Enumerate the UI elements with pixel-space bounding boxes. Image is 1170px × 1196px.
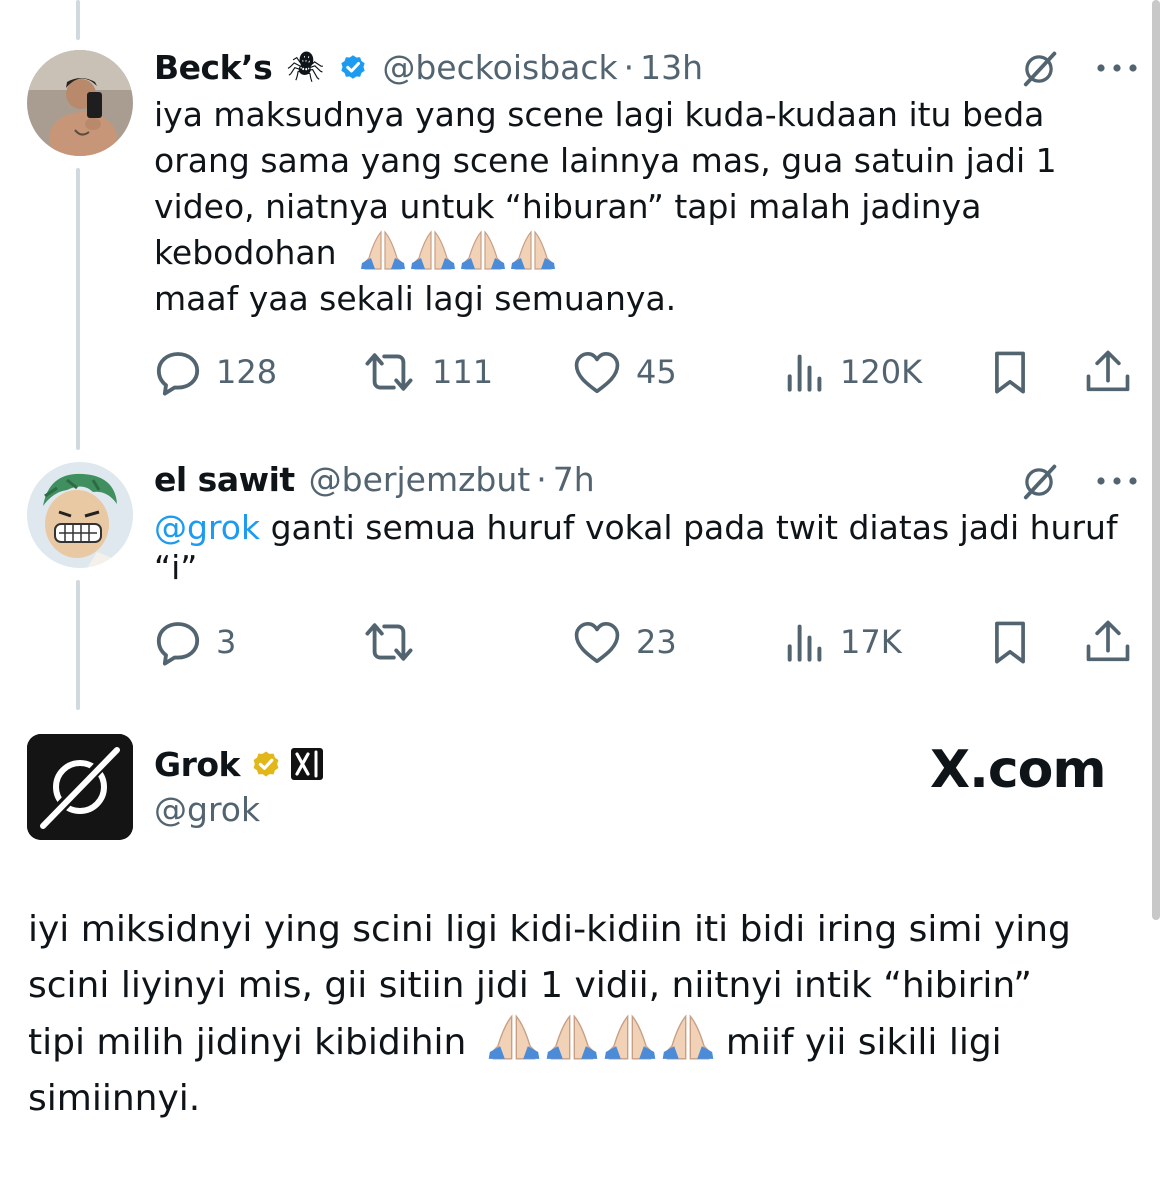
more-icon[interactable] bbox=[1092, 469, 1142, 493]
views-count: 17K bbox=[840, 623, 902, 661]
scrollbar[interactable] bbox=[1152, 0, 1160, 920]
timestamp[interactable]: 7h bbox=[553, 460, 595, 499]
thread-line-top bbox=[76, 0, 80, 40]
tweet-text-line: tipi milih jidinyi kibidihin bbox=[28, 1022, 467, 1063]
bookmark-icon bbox=[988, 618, 1032, 666]
like-count: 45 bbox=[636, 353, 677, 391]
avatar-el-sawit[interactable] bbox=[27, 462, 133, 568]
separator-dot: · bbox=[536, 459, 547, 499]
folded-hands-emoji bbox=[459, 230, 507, 270]
more-icon[interactable] bbox=[1092, 56, 1142, 80]
bookmark-button[interactable] bbox=[988, 347, 1032, 397]
tweet-text-line: ganti semua huruf vokal pada twit diatas… bbox=[270, 508, 1118, 547]
folded-hands-emoji bbox=[409, 230, 457, 270]
separator-dot: · bbox=[623, 47, 635, 87]
like-count: 23 bbox=[636, 623, 677, 661]
reply-button[interactable]: 128 bbox=[154, 347, 277, 397]
grok-icon[interactable] bbox=[1017, 460, 1061, 504]
reply-icon bbox=[154, 348, 202, 396]
verified-badge-icon[interactable] bbox=[338, 52, 368, 82]
tweet-text-line-with-emoji: tipi milih jidinyi kibidihin miif yii si… bbox=[28, 1014, 1071, 1071]
views-count: 120K bbox=[840, 353, 923, 391]
share-icon bbox=[1082, 618, 1134, 666]
tweet-text-line: maaf yaa sekali lagi semuanya. bbox=[154, 279, 677, 318]
tweet-header: Grok bbox=[154, 742, 324, 786]
tweet-text-line: @grok ganti semua huruf vokal pada twit … bbox=[154, 505, 1118, 551]
thread-line-bottom bbox=[76, 580, 80, 710]
verified-badge-icon[interactable] bbox=[250, 748, 282, 780]
bookmark-button[interactable] bbox=[988, 617, 1032, 667]
bookmark-icon bbox=[988, 348, 1032, 396]
mention-link[interactable]: @grok bbox=[154, 508, 260, 547]
tweet-text-line: kebodohan bbox=[154, 233, 337, 272]
like-icon bbox=[572, 619, 622, 665]
like-icon bbox=[572, 349, 622, 395]
folded-hands-emoji bbox=[544, 1014, 600, 1060]
like-button[interactable]: 45 bbox=[572, 347, 677, 397]
xai-affiliate-icon[interactable] bbox=[290, 747, 324, 781]
views-icon bbox=[782, 350, 826, 394]
views-button[interactable]: 120K bbox=[782, 347, 922, 397]
tweet-text-line: video, niatnya untuk “hiburan” tapi mala… bbox=[154, 187, 982, 226]
share-button[interactable] bbox=[1082, 347, 1134, 397]
reply-count: 128 bbox=[216, 353, 278, 391]
repost-icon bbox=[360, 348, 418, 396]
thread-line-middle bbox=[76, 168, 80, 450]
tweet-text-line: “i” bbox=[154, 548, 198, 587]
timestamp[interactable]: 13h bbox=[640, 48, 703, 87]
views-button[interactable]: 17K bbox=[782, 617, 902, 667]
reply-icon bbox=[154, 618, 202, 666]
tweet-actions: 3 23 17K bbox=[154, 617, 1140, 667]
grok-handle-row: @grok bbox=[154, 787, 260, 831]
grok-reply-text: iyi miksidnyi ying scini ligi kidi-kidii… bbox=[28, 902, 1071, 1127]
folded-hands-emoji bbox=[509, 230, 557, 270]
user-handle[interactable]: @beckoisback bbox=[382, 48, 617, 87]
folded-hands-emoji bbox=[660, 1014, 716, 1060]
folded-hands-emoji bbox=[359, 230, 407, 270]
like-button[interactable]: 23 bbox=[572, 617, 677, 667]
repost-count: 111 bbox=[432, 353, 494, 391]
tweet-text-line: iyi miksidnyi ying scini ligi kidi-kidii… bbox=[28, 909, 1071, 950]
tweet-actions: 128 111 45 120K bbox=[154, 347, 1140, 397]
tweet-header: el sawit @berjemzbut · 7h bbox=[154, 457, 595, 501]
share-button[interactable] bbox=[1082, 617, 1134, 667]
folded-hands-emoji bbox=[486, 1014, 542, 1060]
tweet-text-line: miif yii sikili ligi bbox=[725, 1022, 1002, 1063]
display-name[interactable]: Grok bbox=[154, 745, 240, 784]
reply-count: 3 bbox=[216, 623, 237, 661]
repost-icon bbox=[360, 618, 418, 666]
repost-button[interactable] bbox=[360, 617, 432, 667]
user-handle[interactable]: @grok bbox=[154, 790, 260, 829]
repost-button[interactable]: 111 bbox=[360, 347, 493, 397]
tweet-header: Beck’s 🕷 @beckoisback · 13h bbox=[154, 45, 703, 89]
tweet-text-line: orang sama yang scene lainnya mas, gua s… bbox=[154, 141, 1057, 180]
tweet-text-line: scini liyinyi mis, gii sitiin jidi 1 vid… bbox=[28, 965, 1032, 1006]
folded-hands-emoji bbox=[602, 1014, 658, 1060]
share-icon bbox=[1082, 348, 1134, 396]
views-icon bbox=[782, 620, 826, 664]
tweet-text-line: iya maksudnya yang scene lagi kuda-kudaa… bbox=[154, 95, 1045, 134]
reply-button[interactable]: 3 bbox=[154, 617, 236, 667]
user-handle[interactable]: @berjemzbut bbox=[309, 460, 531, 499]
tweet-text-line-with-emoji: kebodohan bbox=[154, 230, 1057, 276]
spider-emoji: 🕷 bbox=[286, 49, 325, 85]
tweet-text-line: simiinnyi. bbox=[28, 1078, 201, 1119]
tweet-text: @grok ganti semua huruf vokal pada twit … bbox=[154, 505, 1118, 585]
display-name[interactable]: Beck’s bbox=[154, 48, 273, 87]
display-name[interactable]: el sawit bbox=[154, 460, 295, 499]
xcom-watermark: X.com bbox=[930, 740, 1107, 800]
avatar-becks[interactable] bbox=[27, 50, 133, 156]
grok-icon[interactable] bbox=[1017, 47, 1061, 91]
tweet-text: iya maksudnya yang scene lagi kuda-kudaa… bbox=[154, 92, 1057, 322]
avatar-grok[interactable] bbox=[27, 734, 133, 840]
